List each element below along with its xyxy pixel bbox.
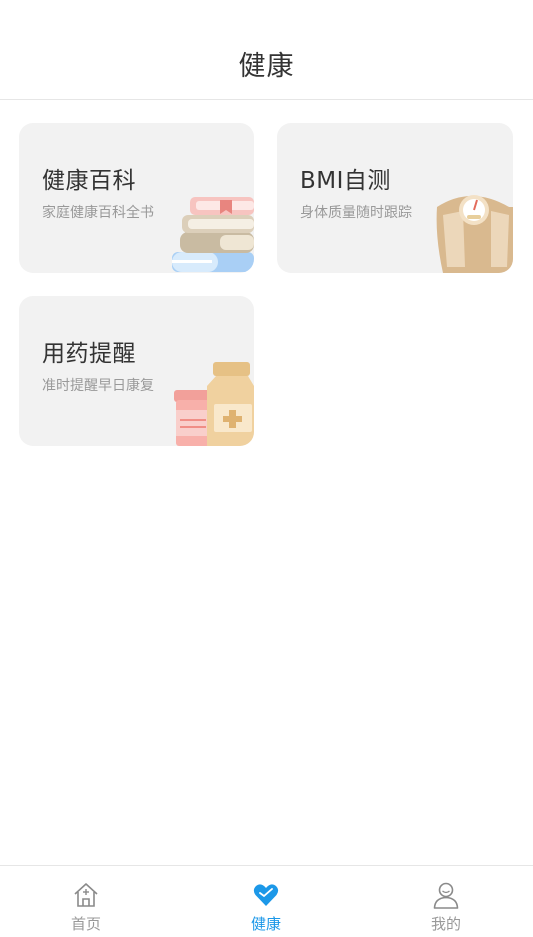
heart-icon bbox=[253, 884, 279, 906]
tab-label: 首页 bbox=[70, 915, 101, 933]
tab-health[interactable]: 健康 bbox=[206, 866, 326, 937]
bottom-tab-bar: 首页 健康 我的 bbox=[0, 865, 533, 936]
card-health-encyclopedia[interactable]: 健康百科 家庭健康百科全书 bbox=[19, 123, 254, 273]
tab-mine[interactable]: 我的 bbox=[386, 866, 506, 937]
card-subtitle: 准时提醒早日康复 bbox=[42, 378, 154, 394]
card-title: BMI自测 bbox=[300, 168, 391, 194]
medicine-bottle-icon bbox=[174, 362, 254, 446]
user-icon bbox=[433, 882, 459, 909]
card-subtitle: 身体质量随时跟踪 bbox=[300, 205, 412, 221]
tab-label: 健康 bbox=[250, 915, 281, 933]
card-title: 用药提醒 bbox=[42, 341, 136, 367]
tab-label: 我的 bbox=[430, 915, 461, 933]
card-medication-reminder[interactable]: 用药提醒 准时提醒早日康复 bbox=[19, 296, 254, 446]
top-header: 健康 bbox=[0, 0, 533, 100]
card-bmi-test[interactable]: BMI自测 身体质量随时跟踪 bbox=[277, 123, 513, 273]
home-icon bbox=[74, 883, 98, 907]
scale-icon bbox=[436, 195, 513, 273]
card-subtitle: 家庭健康百科全书 bbox=[42, 205, 154, 221]
tab-home[interactable]: 首页 bbox=[26, 866, 146, 937]
page-title: 健康 bbox=[238, 51, 295, 82]
books-icon bbox=[172, 197, 254, 272]
card-title: 健康百科 bbox=[42, 168, 136, 194]
